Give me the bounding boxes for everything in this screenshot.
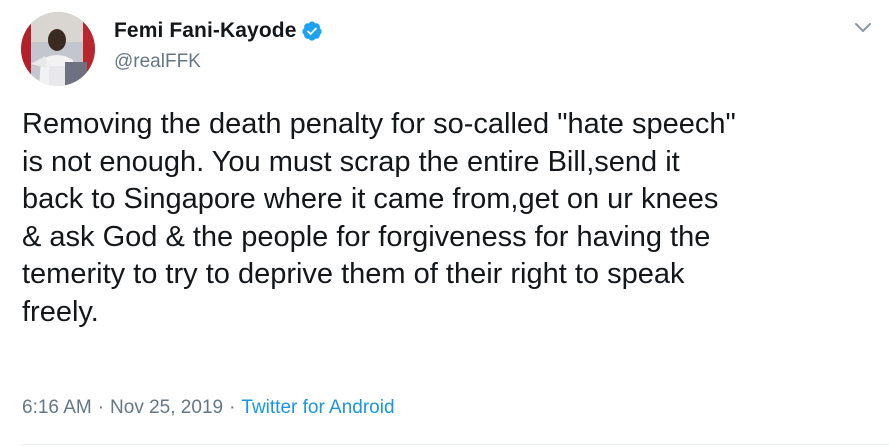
author-handle[interactable]: @realFFK	[114, 51, 323, 73]
avatar-photo	[21, 12, 95, 86]
tweet-meta: 6:16 AM · Nov 25, 2019 · Twitter for And…	[22, 397, 395, 419]
divider	[22, 444, 889, 445]
tweet-header: Femi Fani-Kayode @realFFK	[114, 17, 323, 73]
meta-separator: ·	[229, 397, 236, 418]
avatar[interactable]	[21, 12, 95, 86]
tweet-time[interactable]: 6:16 AM	[22, 397, 92, 419]
chevron-down-icon[interactable]	[853, 20, 873, 36]
tweet-date[interactable]: Nov 25, 2019	[110, 397, 223, 419]
name-row: Femi Fani-Kayode	[114, 17, 323, 45]
tweet-card: Femi Fani-Kayode @realFFK Removing the d…	[0, 0, 889, 447]
tweet-source-link[interactable]: Twitter for Android	[241, 397, 394, 419]
author-name[interactable]: Femi Fani-Kayode	[114, 19, 296, 43]
verified-badge-icon	[301, 20, 323, 42]
tweet-text: Removing the death penalty for so-called…	[22, 108, 736, 328]
meta-separator: ·	[97, 397, 105, 418]
